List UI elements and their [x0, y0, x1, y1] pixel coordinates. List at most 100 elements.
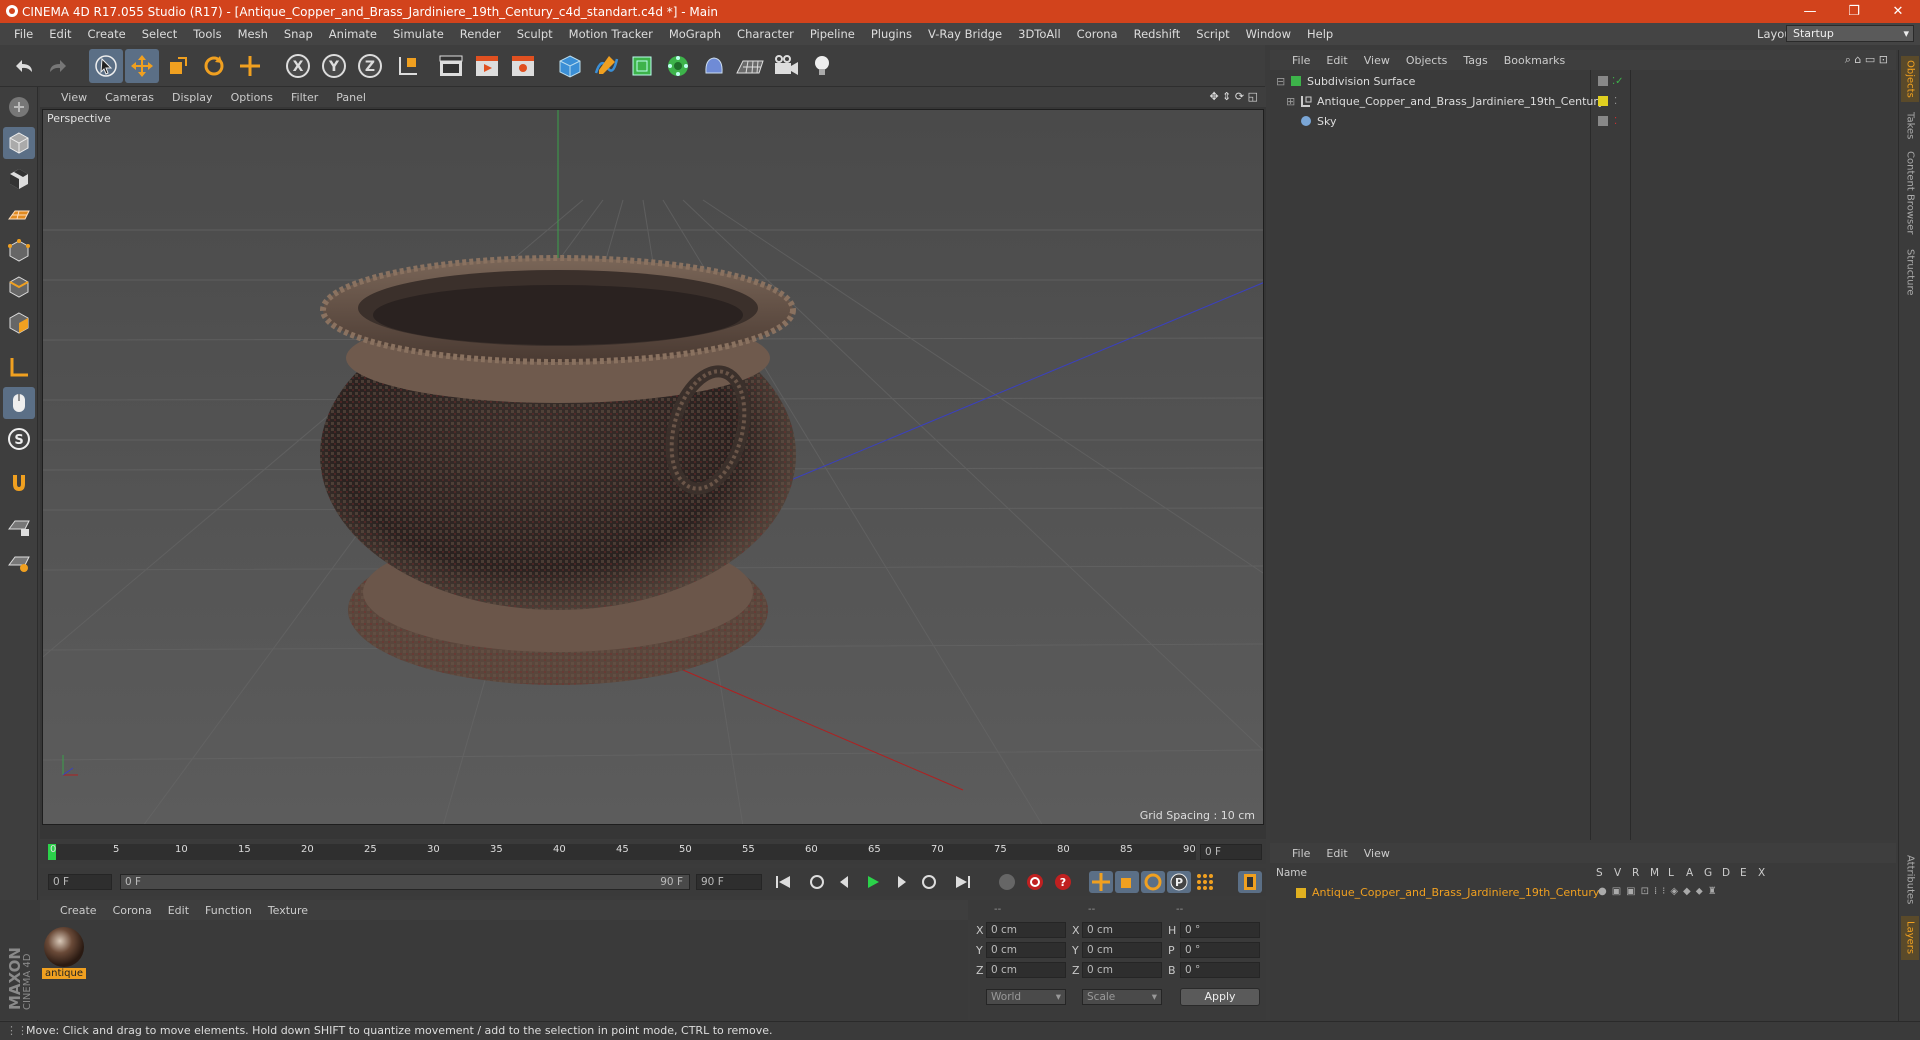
model-mode-button[interactable] — [3, 127, 35, 159]
goto-previous-key-button[interactable] — [805, 871, 829, 893]
goto-end-button[interactable] — [951, 871, 975, 893]
record-keys-button[interactable] — [995, 871, 1019, 893]
search-icon[interactable]: ⌕ ⌂ ▭ ⊡ — [1845, 53, 1888, 67]
solo-mode-button[interactable]: S — [3, 423, 35, 455]
polygons-mode-button[interactable] — [3, 307, 35, 339]
menu-window[interactable]: Window — [1238, 27, 1299, 41]
menu-corona[interactable]: Corona — [1069, 27, 1126, 41]
transform-tool[interactable] — [233, 49, 267, 83]
rotation-b-field[interactable]: 0 ° — [1180, 962, 1260, 978]
layer-toggle-icons[interactable]: ●▣▣⊡⁞⁝◈◆⬥♜ — [1598, 886, 1722, 897]
key-rotation-button[interactable] — [1141, 871, 1165, 893]
rotation-h-field[interactable]: 0 ° — [1180, 922, 1260, 938]
size-x-field[interactable]: 0 cm — [1082, 922, 1162, 938]
key-parameter-button[interactable]: P — [1167, 871, 1191, 893]
key-scale-button[interactable] — [1115, 871, 1139, 893]
step-forward-button[interactable] — [889, 871, 913, 893]
points-mode-button[interactable] — [3, 235, 35, 267]
snapping-button[interactable] — [3, 467, 35, 499]
menu-vray-bridge[interactable]: V-Ray Bridge — [920, 27, 1010, 41]
menu-help[interactable]: Help — [1299, 27, 1341, 41]
viewport-menu-panel[interactable]: Panel — [327, 91, 375, 104]
timeline-window-button[interactable] — [1238, 871, 1262, 893]
edit-render-settings-button[interactable] — [506, 49, 540, 83]
rotate-tool[interactable] — [197, 49, 231, 83]
menu-character[interactable]: Character — [729, 27, 802, 41]
tab-layers[interactable]: Layers — [1901, 916, 1919, 960]
menu-create[interactable]: Create — [80, 27, 134, 41]
undo-button[interactable] — [6, 49, 40, 83]
menu-plugins[interactable]: Plugins — [863, 27, 920, 41]
tab-objects[interactable]: Objects — [1901, 56, 1919, 102]
material-menu-corona[interactable]: Corona — [105, 904, 160, 917]
texture-mode-button[interactable] — [3, 163, 35, 195]
visibility-dots-icon[interactable]: ⁚ — [1614, 96, 1617, 107]
menu-animate[interactable]: Animate — [321, 27, 385, 41]
menu-redshift[interactable]: Redshift — [1126, 27, 1189, 41]
keyframe-selection-button[interactable]: ? — [1051, 871, 1075, 893]
layer-color-swatch[interactable] — [1296, 888, 1306, 898]
perspective-scene[interactable] — [43, 110, 1264, 825]
layer-tag-icon[interactable] — [1598, 116, 1608, 126]
expand-toggle-icon[interactable]: ⊟ — [1276, 75, 1286, 88]
material-menu-texture[interactable]: Texture — [260, 904, 316, 917]
enable-workplane-lock-button[interactable] — [3, 511, 35, 543]
lock-z-axis-button[interactable]: Z — [353, 49, 387, 83]
make-editable-button[interactable] — [3, 91, 35, 123]
viewport-canvas[interactable]: Perspective Grid Spacing : 10 cm — [42, 109, 1264, 825]
tab-structure[interactable]: Structure — [1901, 242, 1919, 302]
material-menu-function[interactable]: Function — [197, 904, 260, 917]
live-selection-tool[interactable] — [89, 49, 123, 83]
menu-sculpt[interactable]: Sculpt — [509, 27, 561, 41]
expand-toggle-icon[interactable]: ⊞ — [1286, 95, 1296, 108]
add-cloner-button[interactable] — [661, 49, 695, 83]
viewport-menu-view[interactable]: View — [52, 91, 96, 104]
layer-row[interactable]: Antique_Copper_and_Brass_Jardiniere_19th… — [1270, 885, 1896, 901]
material-menu-edit[interactable]: Edit — [160, 904, 197, 917]
add-deformer-button[interactable] — [697, 49, 731, 83]
viewport-navigation-icons[interactable]: ✥ ⇕ ⟳ ◱ — [1209, 90, 1258, 103]
tab-attributes[interactable]: Attributes — [1901, 850, 1919, 910]
object-row[interactable]: Sky ⁚ — [1270, 112, 1896, 130]
key-position-button[interactable] — [1089, 871, 1113, 893]
tab-takes[interactable]: Takes — [1901, 106, 1919, 146]
viewport-menu-filter[interactable]: Filter — [282, 91, 327, 104]
viewport-menu-display[interactable]: Display — [163, 91, 222, 104]
goto-start-button[interactable] — [771, 871, 795, 893]
position-y-field[interactable]: 0 cm — [986, 942, 1066, 958]
render-to-picture-viewer-button[interactable] — [470, 49, 504, 83]
object-menu-view[interactable]: View — [1356, 54, 1398, 67]
preview-range-slider[interactable]: 0 F 90 F — [120, 874, 690, 890]
axis-mode-button[interactable] — [3, 351, 35, 383]
scale-tool[interactable] — [161, 49, 195, 83]
add-cube-button[interactable] — [553, 49, 587, 83]
workplane-settings-button[interactable] — [3, 547, 35, 579]
menu-script[interactable]: Script — [1188, 27, 1237, 41]
object-menu-edit[interactable]: Edit — [1318, 54, 1355, 67]
menu-mograph[interactable]: MoGraph — [661, 27, 729, 41]
coordinate-system-select[interactable]: World ▾ — [986, 989, 1066, 1005]
menu-motion-tracker[interactable]: Motion Tracker — [561, 27, 661, 41]
key-pla-button[interactable] — [1193, 871, 1217, 893]
layer-tag-icon[interactable] — [1598, 76, 1608, 86]
add-spline-button[interactable] — [589, 49, 623, 83]
apply-button[interactable]: Apply — [1180, 988, 1260, 1006]
size-y-field[interactable]: 0 cm — [1082, 942, 1162, 958]
menu-3dtoall[interactable]: 3DToAll — [1010, 27, 1069, 41]
layer-menu-edit[interactable]: Edit — [1318, 847, 1355, 860]
size-mode-select[interactable]: Scale ▾ — [1082, 989, 1162, 1005]
move-tool[interactable] — [125, 49, 159, 83]
layout-select[interactable]: Startup ▾ — [1786, 25, 1914, 42]
object-menu-tags[interactable]: Tags — [1455, 54, 1495, 67]
timeline-ruler[interactable]: 0 5 10 15 20 25 30 35 40 45 50 55 60 65 … — [40, 840, 1266, 864]
add-camera-button[interactable] — [769, 49, 803, 83]
redo-button[interactable] — [42, 49, 76, 83]
lock-y-axis-button[interactable]: Y — [317, 49, 351, 83]
menu-file[interactable]: File — [6, 27, 41, 41]
menu-tools[interactable]: Tools — [185, 27, 229, 41]
menu-snap[interactable]: Snap — [276, 27, 321, 41]
layer-color-icon[interactable] — [1598, 96, 1608, 106]
object-menu-bookmarks[interactable]: Bookmarks — [1496, 54, 1573, 67]
layer-menu-view[interactable]: View — [1356, 847, 1398, 860]
restore-button[interactable]: ❐ — [1832, 0, 1876, 23]
